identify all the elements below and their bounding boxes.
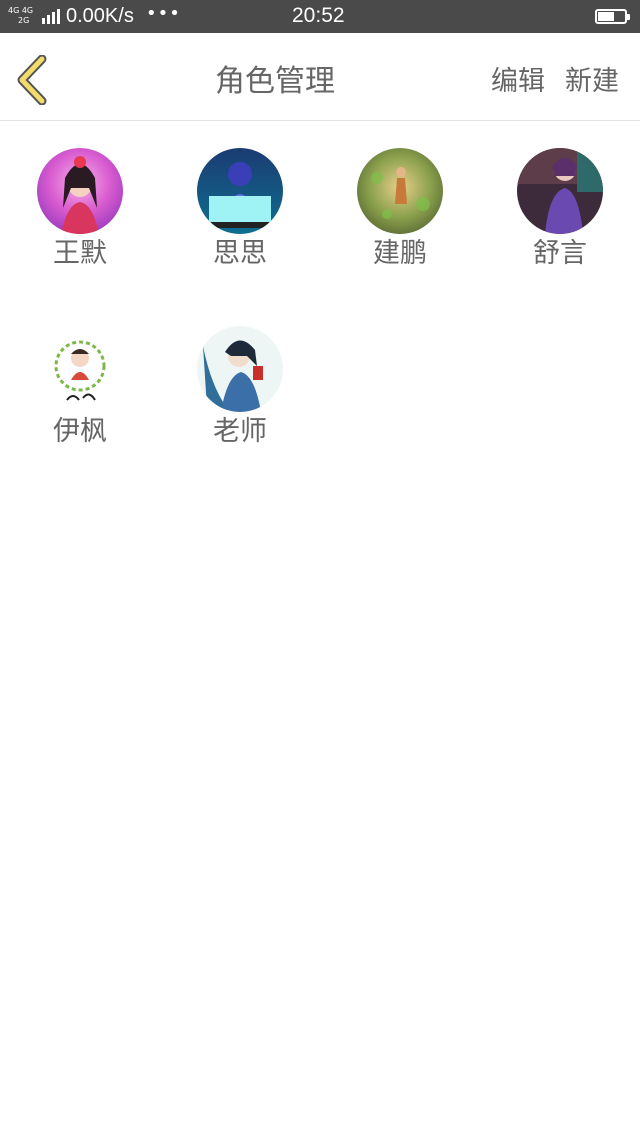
avatar	[517, 148, 603, 234]
header-bar: 角色管理 编辑 新建	[0, 33, 640, 121]
avatar	[197, 326, 283, 412]
role-item-yifeng[interactable]: 伊枫	[0, 326, 160, 452]
network-speed: 0.00K/s	[66, 5, 134, 27]
page-title: 角色管理	[215, 64, 335, 99]
role-name: 伊枫	[53, 416, 107, 447]
avatar	[37, 148, 123, 234]
battery-icon	[595, 9, 630, 24]
chevron-left-icon	[17, 54, 47, 106]
avatar	[197, 148, 283, 234]
clock: 20:52	[292, 4, 345, 27]
network-signal-icon: 4G 4G 2G	[8, 6, 60, 26]
role-name: 舒言	[533, 238, 587, 269]
role-item-laoshi[interactable]: 老师	[160, 326, 320, 452]
avatar	[357, 148, 443, 234]
network-type-bottom: 2G	[18, 16, 30, 25]
edit-button[interactable]: 编辑	[491, 62, 545, 102]
role-item-wangmo[interactable]: 王默	[0, 148, 160, 274]
role-item-jianpeng[interactable]: 建鹏	[320, 148, 480, 274]
role-name: 王默	[53, 238, 107, 269]
avatar	[37, 326, 123, 412]
signal-bars-icon	[42, 9, 60, 24]
role-item-sisi[interactable]: 思思	[160, 148, 320, 274]
role-item-shuyan[interactable]: 舒言	[480, 148, 640, 274]
battery-level	[598, 12, 614, 21]
role-name: 思思	[213, 238, 267, 269]
new-button[interactable]: 新建	[565, 62, 619, 102]
back-button[interactable]	[12, 54, 56, 106]
role-name: 老师	[213, 416, 267, 447]
network-type-top: 4G 4G	[8, 6, 34, 15]
status-bar: 4G 4G 2G 0.00K/s ••• 20:52	[0, 0, 640, 33]
role-name: 建鹏	[373, 238, 427, 269]
more-notifications-icon: •••	[146, 3, 181, 24]
